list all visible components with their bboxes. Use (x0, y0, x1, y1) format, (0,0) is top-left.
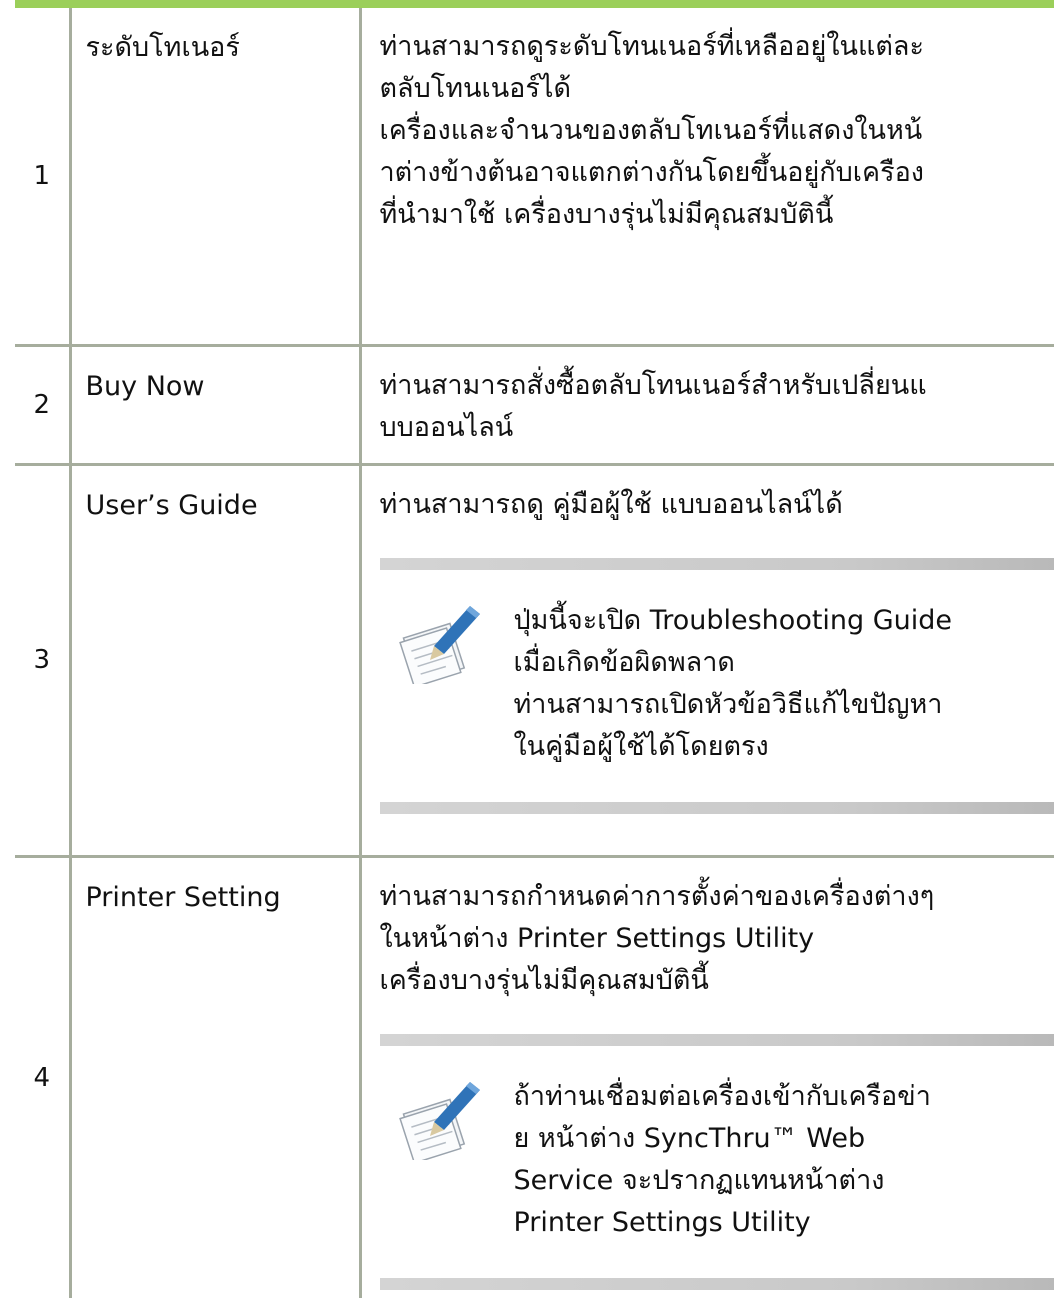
description-line: เครื่องและจำนวนของตลับโทเนอร์ที่แสดงในหน… (380, 110, 1054, 152)
note-pencil-icon (394, 1080, 482, 1160)
description-line: ท่านสามารถดูระดับโทนเนอร์ที่เหลืออยู่ในแ… (380, 26, 1054, 68)
option-description-cell: ท่านสามารถดูระดับโทนเนอร์ที่เหลืออยู่ในแ… (360, 8, 1054, 345)
toner-options-table: 1 ระดับโทเนอร์ ท่านสามารถดูระดับโทนเนอร์… (15, 8, 1054, 1298)
description-line: บบออนไลน์ (380, 407, 1054, 449)
option-name: ระดับโทเนอร์ (72, 8, 359, 70)
description-line: ที่นำมาใช้ เครื่องบางรุ่นไม่มีคุณสมบัติน… (380, 194, 1054, 236)
option-name-cell: Printer Setting (70, 856, 360, 1298)
option-description: ท่านสามารถสั่งซื้อตลับโทนเนอร์สำหรับเปลี… (362, 347, 1054, 463)
option-description-cell: ท่านสามารถดู คู่มือผู้ใช้ แบบออนไลน์ได้ (360, 464, 1054, 856)
note-line: Printer Settings Utility (514, 1202, 1054, 1244)
row-number: 3 (15, 464, 70, 856)
table-row: 4 Printer Setting ท่านสามารถกำหนดค่าการต… (15, 856, 1054, 1298)
note-line: เมื่อเกิดข้อผิดพลาด (514, 642, 1054, 684)
note-line: ถ้าท่านเชื่อมต่อเครื่องเข้ากับเครือข่า (514, 1076, 1054, 1118)
note-line: Service จะปรากฏแทนหน้าต่าง (514, 1160, 1054, 1202)
note-box: ถ้าท่านเชื่อมต่อเครื่องเข้ากับเครือข่า ย… (380, 1034, 1054, 1290)
note-pencil-icon (394, 604, 482, 684)
row-number: 2 (15, 345, 70, 464)
table-row: 1 ระดับโทเนอร์ ท่านสามารถดูระดับโทนเนอร์… (15, 8, 1054, 345)
header-accent-bar (15, 0, 1054, 8)
option-name-cell: Buy Now (70, 345, 360, 464)
note-line: ในคู่มือผู้ใช้ได้โดยตรง (514, 726, 1054, 768)
option-name-cell: ระดับโทเนอร์ (70, 8, 360, 345)
description-line: ท่านสามารถกำหนดค่าการตั้งค่าของเครื่องต่… (380, 876, 1054, 918)
option-description: ท่านสามารถกำหนดค่าการตั้งค่าของเครื่องต่… (362, 858, 1054, 1002)
option-name: Printer Setting (72, 858, 359, 920)
note-line: ย หน้าต่าง SyncThru™ Web (514, 1118, 1054, 1160)
description-line: เครื่องบางรุ่นไม่มีคุณสมบัตินี้ (380, 960, 1054, 1002)
option-description-cell: ท่านสามารถกำหนดค่าการตั้งค่าของเครื่องต่… (360, 856, 1054, 1298)
table-row: 2 Buy Now ท่านสามารถสั่งซื้อตลับโทนเนอร์… (15, 345, 1054, 464)
description-line: ท่านสามารถดู คู่มือผู้ใช้ แบบออนไลน์ได้ (380, 484, 1054, 526)
option-name: User’s Guide (72, 466, 359, 528)
option-name: Buy Now (72, 347, 359, 409)
note-box: ปุ่มนี้จะเปิด Troubleshooting Guide เมื่… (380, 558, 1054, 814)
option-description: ท่านสามารถดูระดับโทนเนอร์ที่เหลืออยู่ในแ… (362, 8, 1054, 250)
description-line: ตลับโทนเนอร์ได้ (380, 68, 1054, 110)
option-description-cell: ท่านสามารถสั่งซื้อตลับโทนเนอร์สำหรับเปลี… (360, 345, 1054, 464)
row-number: 1 (15, 8, 70, 345)
description-line: ในหน้าต่าง Printer Settings Utility (380, 918, 1054, 960)
option-description: ท่านสามารถดู คู่มือผู้ใช้ แบบออนไลน์ได้ (362, 466, 1054, 526)
description-line: าต่างข้างต้นอาจแตกต่างกันโดยขึ้นอยู่กับเ… (380, 152, 1054, 194)
table-row: 3 User’s Guide ท่านสามารถดู คู่มือผู้ใช้… (15, 464, 1054, 856)
note-line: ท่านสามารถเปิดหัวข้อวิธีแก้ไขปัญหา (514, 684, 1054, 726)
description-line: ท่านสามารถสั่งซื้อตลับโทนเนอร์สำหรับเปลี… (380, 365, 1054, 407)
row-number: 4 (15, 856, 70, 1298)
option-name-cell: User’s Guide (70, 464, 360, 856)
note-line: ปุ่มนี้จะเปิด Troubleshooting Guide (514, 600, 1054, 642)
